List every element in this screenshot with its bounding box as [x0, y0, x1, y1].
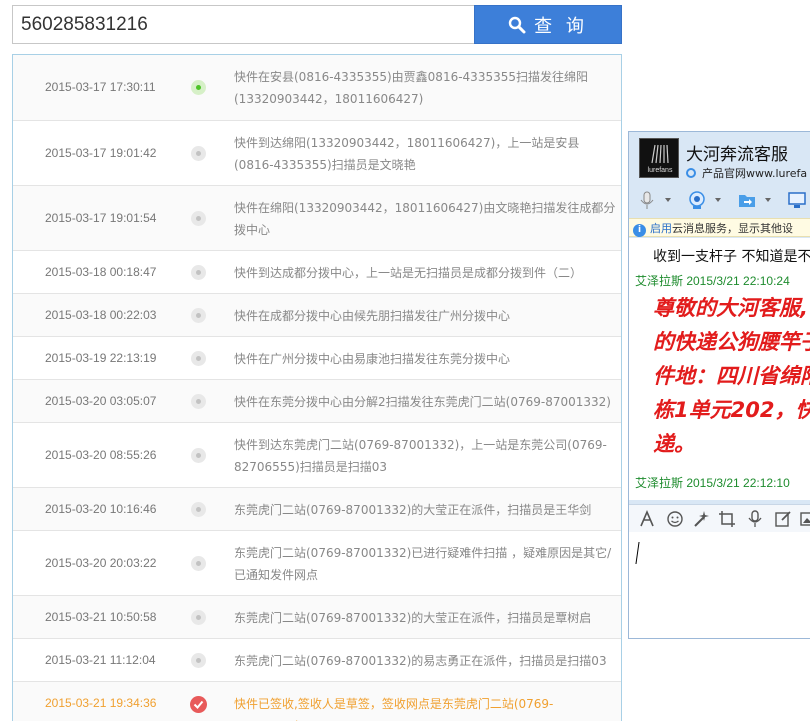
timeline-dot-icon [191, 555, 206, 571]
magic-wand-icon[interactable] [691, 509, 711, 529]
text-cursor [635, 542, 640, 564]
search-bar: 查 询 [12, 5, 622, 44]
font-icon[interactable] [637, 509, 657, 529]
timeline-dot-icon [191, 350, 206, 366]
tracking-time: 2015-03-17 17:30:11 [45, 80, 156, 94]
tracking-row: 2015-03-18 00:18:47 快件到达成都分拨中心，上一站是无扫描员是成… [13, 251, 621, 294]
chat-input-toolbar [629, 504, 810, 532]
tracking-timeline: 2015-03-17 17:30:11 快件在安县(0816-4335355)由贾… [12, 54, 622, 721]
screenshot-icon[interactable] [717, 509, 737, 529]
tracking-row: 2015-03-17 17:30:11 快件在安县(0816-4335355)由贾… [13, 55, 621, 121]
timeline-dot-icon [191, 307, 206, 323]
tracking-time: 2015-03-20 08:55:26 [45, 447, 157, 462]
edit-icon[interactable] [773, 509, 793, 529]
tracking-message: 东莞虎门二站(0769-87001332)的大莹正在派件，扫描员是覃树启 [234, 610, 592, 625]
timeline-dot-icon [191, 145, 206, 161]
chat-message-text: 收到一支杆子 不知道是不 [653, 249, 810, 265]
link-icon [686, 168, 696, 178]
timeline-dot-icon [191, 447, 206, 463]
tracking-message: 快件在广州分拨中心由易康池扫描发往东莞分拨中心 [234, 351, 511, 366]
chat-bold-message-line: 尊敬的大河客服, [653, 296, 808, 320]
tracking-message: 东莞虎门二站(0769-87001332)已进行疑难件扫描 ，疑难原因是其它/已… [234, 545, 612, 582]
tracking-row: 2015-03-18 00:22:03 快件在成都分拨中心由候先朋扫描发往广州分拨… [13, 294, 621, 337]
enable-link[interactable]: 启用 [650, 222, 672, 235]
screen-share-icon[interactable] [787, 190, 807, 210]
tracking-number-input[interactable] [12, 5, 474, 44]
tracking-row: 2015-03-21 11:12:04 东莞虎门二站(0769-87001332)… [13, 639, 621, 682]
tracking-time: 2015-03-19 22:13:19 [45, 350, 157, 365]
chat-message-input[interactable] [629, 532, 810, 638]
brand-logo-icon [651, 144, 669, 164]
timeline-dot-icon [191, 501, 206, 517]
timeline-dot-icon [191, 652, 206, 668]
timeline-dot-icon [191, 393, 206, 409]
search-button-label: 查 询 [534, 15, 588, 37]
tracking-message: 东莞虎门二站(0769-87001332)的大莹正在派件，扫描员是王华剑 [234, 502, 592, 517]
chat-header: lurefans 大河奔流客服 产品官网www.lurefa [629, 132, 810, 184]
tracking-time: 2015-03-21 11:12:04 [45, 652, 156, 667]
chat-sender-line: 艾泽拉斯 2015/3/21 22:10:24 [635, 274, 790, 288]
chat-bold-message-line: 栋1单元202，快 [653, 398, 810, 422]
avatar-brand-text: lurefans [647, 167, 673, 174]
tracking-message: 快件到达成都分拨中心，上一站是无扫描员是成都分拨到件（二） [234, 265, 583, 280]
search-button[interactable]: 查 询 [474, 5, 622, 44]
info-icon: i [633, 224, 646, 237]
tracking-row: 2015-03-20 03:05:07 快件在东莞分拨中心由分解2扫描发往东莞虎门… [13, 380, 621, 423]
tracking-message: 快件到达东莞虎门二站(0769-87001332)，上一站是东莞公司(0769-… [234, 437, 607, 474]
voice-icon[interactable] [745, 509, 765, 529]
notice-text: 云消息服务，显示其他设 [672, 222, 793, 235]
tracking-time: 2015-03-21 19:34:36 [45, 695, 157, 710]
image-icon[interactable] [799, 509, 810, 529]
chat-message-log[interactable]: 收到一支杆子 不知道是不 艾泽拉斯 2015/3/21 22:10:24 尊敬的… [629, 238, 810, 500]
chat-contact-subtitle: 产品官网www.lurefa [686, 165, 807, 181]
tracking-time: 2015-03-17 19:01:42 [45, 145, 157, 160]
chat-sender-line: 艾泽拉斯 2015/3/21 22:12:10 [635, 476, 790, 490]
tracking-message: 快件在成都分拨中心由候先朋扫描发往广州分拨中心 [234, 308, 511, 323]
chat-bold-message-line: 件地：四川省绵阳 [653, 364, 810, 388]
microphone-icon[interactable] [637, 190, 657, 210]
tracking-message: 快件已签收,签收人是草签，签收网点是东莞虎门二站(0769-87001332) [234, 696, 554, 721]
tracking-row: 2015-03-20 20:03:22 东莞虎门二站(0769-87001332)… [13, 531, 621, 596]
tracking-row: 2015-03-21 10:50:58 东莞虎门二站(0769-87001332)… [13, 596, 621, 639]
cloud-message-notice: i 启用云消息服务，显示其他设 [629, 218, 810, 237]
tracking-row: 2015-03-17 19:01:42 快件到达绵阳(13320903442，18… [13, 121, 621, 186]
video-icon[interactable] [687, 190, 707, 210]
tracking-row: 2015-03-20 10:16:46 东莞虎门二站(0769-87001332)… [13, 488, 621, 531]
tracking-time: 2015-03-20 20:03:22 [45, 555, 157, 570]
tracking-time: 2015-03-20 03:05:07 [45, 393, 157, 408]
tracking-row: 2015-03-17 19:01:54 快件在绵阳(13320903442，180… [13, 186, 621, 251]
tracking-time: 2015-03-18 00:22:03 [45, 307, 157, 322]
tracking-row: 2015-03-19 22:13:19 快件在广州分拨中心由易康池扫描发往东莞分拨… [13, 337, 621, 380]
tracking-message: 快件在绵阳(13320903442，18011606427)由文晓艳扫描发往成都… [234, 200, 616, 237]
timeline-dot-icon [191, 609, 206, 625]
tracking-time: 2015-03-18 00:18:47 [45, 264, 157, 279]
timeline-dot-icon [191, 80, 206, 95]
chat-bold-message-line: 递。 [653, 432, 695, 456]
tracking-message: 快件在东莞分拨中心由分解2扫描发往东莞虎门二站(0769-87001332) [234, 394, 611, 409]
signed-check-icon [190, 695, 207, 713]
emoji-icon[interactable] [665, 509, 685, 529]
chat-toolbar [629, 186, 810, 216]
tracking-time: 2015-03-21 10:50:58 [45, 609, 157, 624]
tracking-message: 东莞虎门二站(0769-87001332)的易志勇正在派件，扫描员是扫描03 [234, 653, 607, 668]
search-icon [508, 16, 526, 33]
timeline-dot-icon [191, 210, 206, 226]
folder-icon[interactable] [737, 190, 757, 210]
chat-bold-message-line: 的快递公狗腰竿子 [653, 330, 810, 354]
tracking-message: 快件在安县(0816-4335355)由贾鑫0816-4335355扫描发往绵阳… [234, 70, 588, 106]
timeline-dot-icon [191, 264, 206, 280]
chat-contact-name: 大河奔流客服 [686, 145, 788, 165]
chat-window: lurefans 大河奔流客服 产品官网www.lurefa i 启用云消息服务，… [628, 131, 810, 639]
tracking-row: 2015-03-20 08:55:26 快件到达东莞虎门二站(0769-87001… [13, 423, 621, 488]
tracking-time: 2015-03-17 19:01:54 [45, 210, 157, 225]
subtitle-text: 产品官网www.lurefa [702, 167, 808, 180]
tracking-message: 快件到达绵阳(13320903442，18011606427)，上一站是安县(0… [234, 135, 580, 172]
tracking-row: 2015-03-21 19:34:36 快件已签收,签收人是草签，签收网点是东莞虎… [13, 682, 621, 721]
tracking-time: 2015-03-20 10:16:46 [45, 501, 157, 516]
avatar[interactable]: lurefans [639, 138, 679, 178]
